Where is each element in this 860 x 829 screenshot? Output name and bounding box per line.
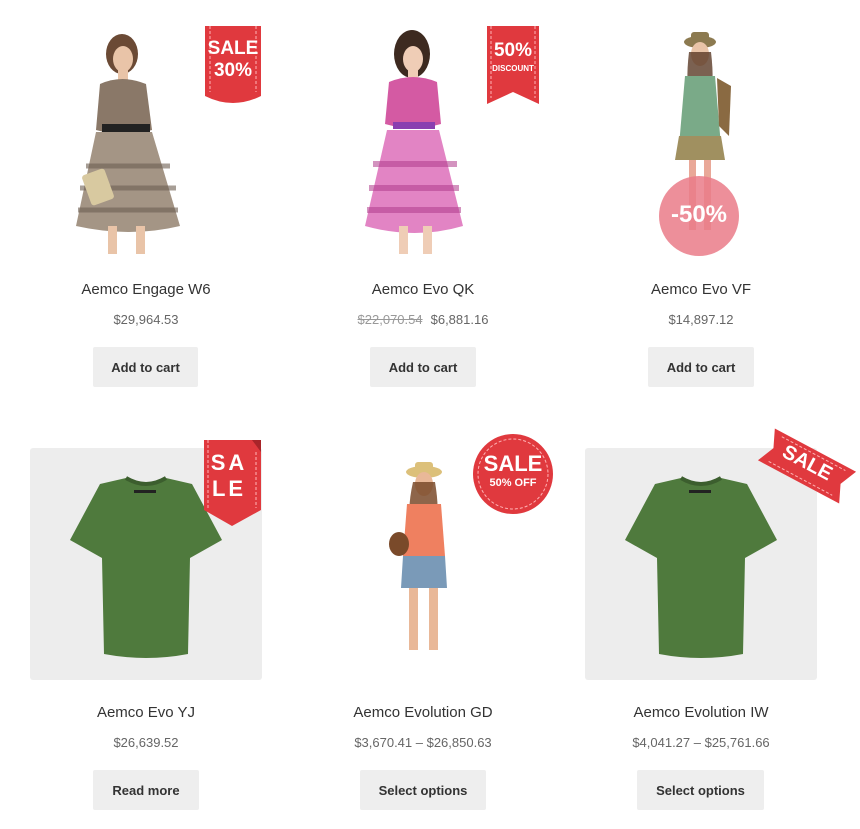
product-image[interactable]: SALE — [585, 428, 857, 680]
product-title[interactable]: Aemco Evolution GD — [307, 704, 539, 721]
product-image[interactable]: SALE 50% OFF — [307, 434, 553, 680]
badge-text-line2: LE — [211, 476, 247, 501]
badge-text-line1: SALE — [483, 451, 543, 476]
product-price: $26,639.52 — [113, 735, 179, 750]
product-title[interactable]: Aemco Evo QK — [307, 281, 539, 298]
sale-price: $6,881.16 — [430, 312, 489, 327]
product-price: $14,897.12 — [668, 312, 734, 327]
badge-text-line1: SA — [210, 450, 248, 475]
product-image[interactable]: 50% DISCOUNT — [307, 26, 539, 258]
product-price: $29,964.53 — [113, 312, 179, 327]
add-to-cart-button[interactable]: Add to cart — [93, 347, 198, 387]
tshirt-image — [625, 428, 857, 658]
regular-price: $22,070.54 — [357, 312, 423, 327]
product-title[interactable]: Aemco Evo VF — [585, 281, 817, 298]
badge-text-line2: 50% OFF — [489, 477, 537, 489]
product-price: $3,670.41 – $26,850.63 — [354, 735, 492, 750]
select-options-button[interactable]: Select options — [360, 770, 486, 810]
product-image[interactable]: SA LE — [30, 440, 262, 680]
badge-text-line2: 30% — [213, 60, 253, 81]
badge-text-line1: -50% — [670, 201, 728, 228]
product-image[interactable]: SALE 30% — [30, 26, 262, 258]
product-price: $4,041.27 – $25,761.66 — [632, 735, 770, 750]
read-more-button[interactable]: Read more — [93, 770, 199, 810]
product-title[interactable]: Aemco Evo YJ — [30, 704, 262, 721]
add-to-cart-button[interactable]: Add to cart — [648, 347, 754, 387]
badge-text-line1: SALE — [207, 38, 259, 59]
badge-text-line1: 50% — [493, 40, 533, 61]
product-title[interactable]: Aemco Evolution IW — [585, 704, 817, 721]
product-title[interactable]: Aemco Engage W6 — [30, 281, 262, 298]
product-price: $22,070.54 $6,881.16 — [307, 312, 539, 327]
add-to-cart-button[interactable]: Add to cart — [370, 347, 476, 387]
badge-text-line2: DISCOUNT — [492, 64, 534, 73]
select-options-button[interactable]: Select options — [637, 770, 764, 810]
product-image[interactable]: -50% — [585, 26, 817, 258]
